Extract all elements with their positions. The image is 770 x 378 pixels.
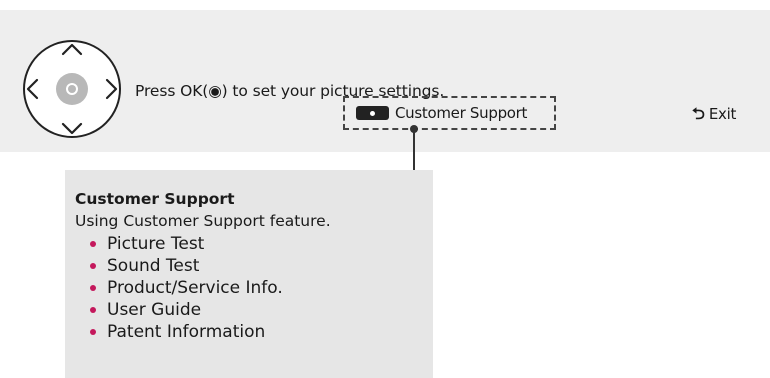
bullet-icon [90,285,96,291]
list-item-picture-test: Picture Test [90,233,433,255]
bullet-icon [90,329,96,335]
list-item-label: User Guide [107,300,202,320]
bullet-icon [90,307,96,313]
list-item-label: Sound Test [107,256,200,276]
bullet-icon [90,241,96,247]
bullet-icon [90,263,96,269]
list-item-user-guide: User Guide [90,299,433,321]
customer-support-button[interactable]: Customer Support [343,96,556,130]
info-panel-description: Using Customer Support feature. [75,212,331,230]
feature-list: Picture Test Sound Test Product/Service … [75,233,433,343]
list-item-label: Patent Information [107,322,266,342]
list-item-sound-test: Sound Test [90,255,433,277]
back-arrow-icon: ⮌ [692,104,705,123]
customer-support-info-panel: Customer Support Using Customer Support … [65,170,433,378]
red-key-icon [356,106,389,120]
remote-nav-pad [20,37,124,141]
customer-support-label: Customer Support [395,104,528,122]
exit-button[interactable]: ⮌ Exit [692,105,736,123]
info-panel-title: Customer Support [75,190,235,208]
list-item-product-service-info: Product/Service Info. [90,277,433,299]
exit-label: Exit [708,105,737,123]
list-item-label: Picture Test [107,234,205,254]
callout-line [413,128,415,170]
list-item-label: Product/Service Info. [107,278,283,298]
list-item-patent-information: Patent Information [90,321,433,343]
